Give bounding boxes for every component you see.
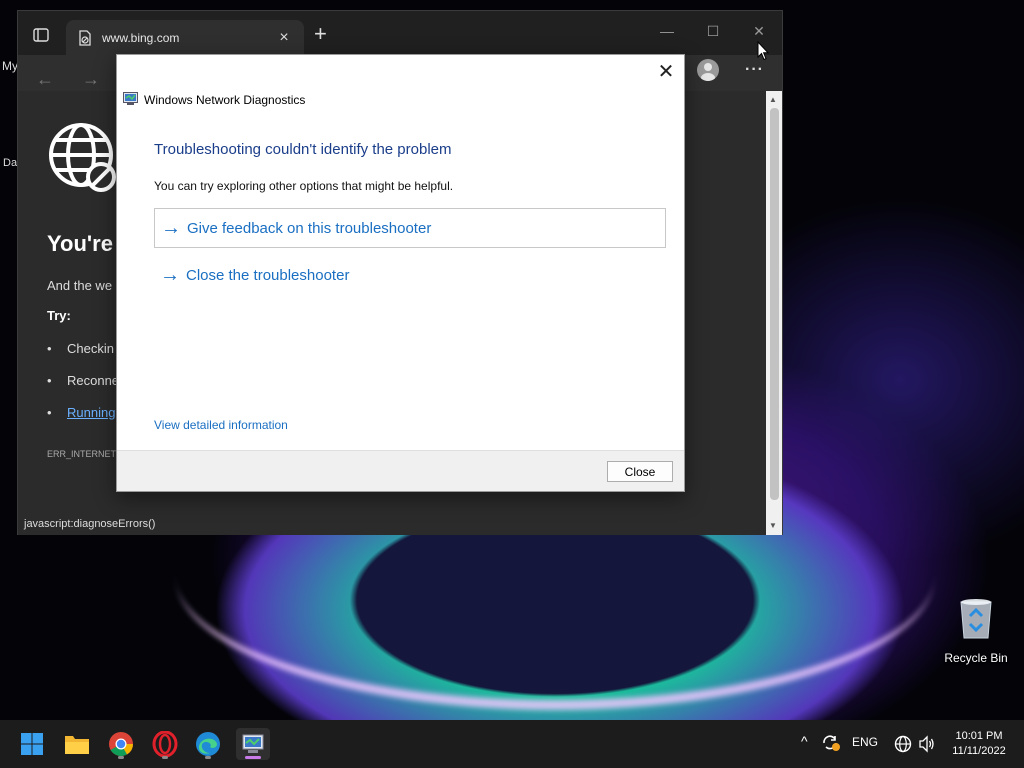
recycle-bin-icon	[960, 599, 992, 639]
back-button[interactable]: ←	[36, 69, 54, 90]
network-diagnostics-dialog: ✕ Windows Network Diagnostics Troublesho…	[116, 54, 685, 492]
tab-title: www.bing.com	[102, 30, 180, 45]
view-details-link[interactable]: View detailed information	[154, 418, 288, 432]
tab-close-icon[interactable]: ×	[276, 29, 292, 47]
no-internet-globe-icon	[49, 123, 116, 192]
dialog-footer: Close	[117, 450, 684, 491]
dialog-subtext: You can try exploring other options that…	[154, 179, 454, 193]
close-troubleshooter-option[interactable]: → Close the troubleshooter	[154, 255, 666, 295]
dialog-close-icon[interactable]: ✕	[656, 59, 676, 84]
minimize-button[interactable]: —	[652, 23, 682, 39]
recycle-bin[interactable]: Recycle Bin	[941, 596, 1011, 665]
give-feedback-option[interactable]: → Give feedback on this troubleshooter	[154, 208, 666, 248]
mouse-cursor-icon	[757, 41, 769, 61]
try-label: Try:	[47, 308, 71, 323]
dialog-title: Windows Network Diagnostics	[144, 93, 306, 107]
recycle-bin-label: Recycle Bin	[944, 651, 1008, 665]
desktop-label-partial: Da	[3, 157, 18, 169]
language-indicator[interactable]: ENG	[852, 735, 878, 749]
volume-icon[interactable]	[918, 735, 936, 753]
arrow-right-icon: →	[160, 263, 180, 286]
network-globe-icon[interactable]	[894, 735, 912, 753]
tab-strip: www.bing.com × + — ☐ ✕	[18, 11, 782, 55]
taskbar: ^ ENG 10:01 PM 11/11/2022	[0, 720, 1024, 768]
running-indicator	[118, 756, 124, 759]
scroll-thumb[interactable]	[770, 108, 779, 500]
chrome-icon	[109, 732, 133, 757]
network-diagnostics-icon	[242, 734, 264, 753]
scroll-up-icon[interactable]: ▲	[769, 95, 777, 104]
forward-button[interactable]: →	[82, 69, 100, 90]
taskbar-edge[interactable]	[192, 728, 224, 760]
clock-date: 11/11/2022	[952, 745, 1006, 757]
list-item[interactable]: • Running	[47, 405, 115, 420]
page-error-icon	[79, 29, 91, 46]
window-close-button[interactable]: ✕	[744, 23, 774, 40]
show-hidden-icons-chevron-icon[interactable]: ^	[801, 733, 808, 749]
taskbar-opera[interactable]	[149, 728, 181, 760]
status-bar-url: javascript:diagnoseErrors()	[18, 515, 162, 535]
sync-update-icon[interactable]	[821, 734, 841, 752]
start-icon	[21, 733, 43, 755]
desktop-label-partial: My	[2, 59, 18, 73]
option-label: Give feedback on this troubleshooter	[187, 219, 432, 237]
opera-icon	[152, 731, 178, 757]
clock-time: 10:01 PM	[955, 730, 1003, 742]
start-button[interactable]	[16, 728, 48, 760]
error-code: ERR_INTERNET	[47, 449, 117, 459]
dialog-heading: Troubleshooting couldn't identify the pr…	[154, 141, 452, 158]
tab-bing[interactable]: www.bing.com ×	[66, 20, 304, 55]
error-title: You're	[47, 231, 113, 256]
new-tab-button[interactable]: +	[314, 23, 327, 45]
taskbar-chrome[interactable]	[105, 728, 137, 760]
taskbar-file-explorer[interactable]	[61, 728, 93, 760]
option-label: Close the troubleshooter	[186, 266, 350, 284]
tab-actions-button[interactable]	[30, 25, 52, 45]
taskbar-network-diagnostics[interactable]	[236, 728, 270, 760]
file-explorer-icon	[65, 736, 89, 754]
tab-actions-icon	[33, 28, 49, 42]
run-diagnostics-link[interactable]: Running	[67, 405, 115, 420]
profile-avatar-icon[interactable]	[697, 59, 719, 81]
list-item: • Reconne	[47, 373, 120, 388]
system-clock[interactable]: 10:01 PM 11/11/2022	[944, 729, 1014, 759]
more-options-button[interactable]: ···	[745, 61, 764, 79]
error-description: And the we	[47, 278, 113, 293]
maximize-button[interactable]: ☐	[698, 23, 728, 40]
active-indicator	[245, 756, 261, 759]
running-indicator	[205, 756, 211, 759]
scroll-down-icon[interactable]: ▼	[769, 521, 777, 530]
page-scrollbar[interactable]: ▲ ▼	[766, 91, 782, 535]
close-button[interactable]: Close	[607, 461, 673, 482]
arrow-right-icon: →	[161, 216, 181, 239]
edge-icon	[196, 732, 220, 756]
network-diagnostics-app-icon	[123, 92, 138, 105]
running-indicator	[162, 756, 168, 759]
list-item: • Checkin	[47, 341, 114, 356]
